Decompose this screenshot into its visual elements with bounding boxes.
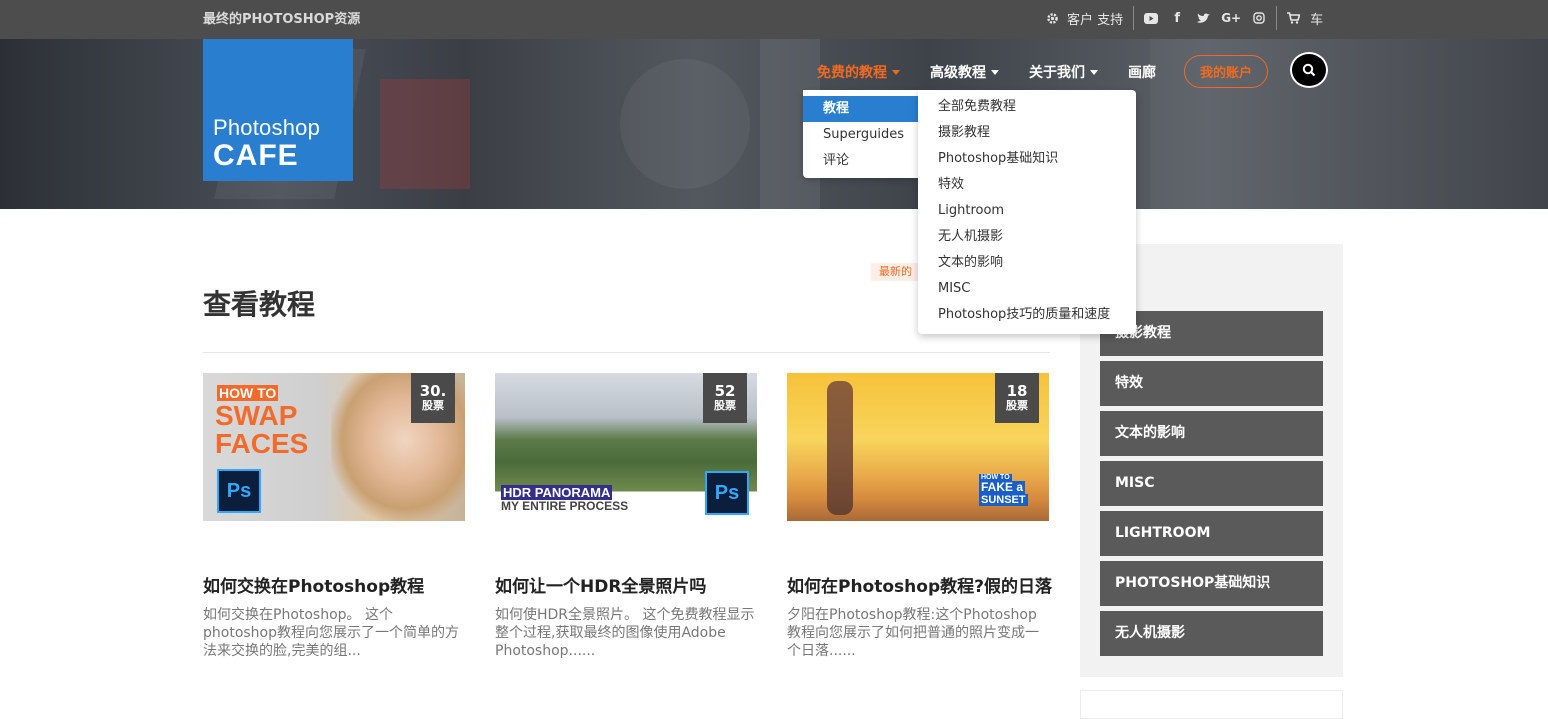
caret-down-icon	[892, 69, 900, 75]
dropdown-item-photoshop-basics[interactable]: Photoshop基础知识	[918, 146, 1136, 172]
photoshop-icon: Ps	[705, 471, 749, 515]
tutorial-card[interactable]: HDR PANORAMA MY ENTIRE PROCESS Ps 52 股票 …	[495, 373, 757, 659]
twitter-icon[interactable]	[1196, 11, 1210, 25]
sidebar-item-misc[interactable]: MISC	[1100, 461, 1323, 506]
caret-down-icon	[991, 69, 999, 75]
logo-cafe: CAFE	[213, 139, 299, 172]
sidebar-item-effects[interactable]: 特效	[1100, 361, 1323, 406]
thumb-text-line: FAKE a	[979, 480, 1026, 494]
dropdown-primary: 教程 Superguides 评论	[803, 90, 919, 178]
thumb-text-line: MY ENTIRE PROCESS	[501, 499, 629, 513]
dropdown-item-superguides[interactable]: Superguides	[803, 122, 919, 148]
card-title[interactable]: 如何让一个HDR全景照片吗	[495, 572, 765, 597]
card-thumbnail[interactable]: HDR PANORAMA MY ENTIRE PROCESS Ps 52 股票	[495, 373, 757, 521]
photoshop-icon: Ps	[217, 469, 261, 513]
thumb-text-line: FACES	[215, 428, 309, 459]
divider	[1133, 6, 1135, 30]
social-links: f G+	[1144, 11, 1276, 26]
site-tagline: 最终的PHOTOSHOP资源	[203, 12, 361, 27]
card-title[interactable]: 如何在Photoshop教程?假的日落	[787, 572, 1057, 597]
page-title: 查看教程	[203, 288, 316, 321]
sidebar-item-drone-photography[interactable]: 无人机摄影	[1100, 611, 1323, 656]
tutorial-card[interactable]: HOW TO FAKE a SUNSET 18 股票 如何在Photoshop教…	[787, 373, 1052, 659]
my-account-button[interactable]: 我的账户	[1184, 55, 1268, 88]
nav-about-us[interactable]: 关于我们	[1029, 60, 1098, 84]
top-bar-right: 客户 支持 f G+ 车	[1046, 6, 1323, 30]
nav-label: 画廊	[1128, 65, 1156, 81]
instagram-icon[interactable]	[1252, 11, 1266, 25]
logo-photoshop: Photoshop	[213, 115, 320, 140]
search-button[interactable]	[1290, 52, 1328, 88]
youtube-icon[interactable]	[1144, 11, 1159, 25]
nav-free-tutorials[interactable]: 免费的教程	[817, 60, 900, 84]
sidebar-item-lightroom[interactable]: LIGHTROOM	[1100, 511, 1323, 556]
cart-link[interactable]: 车	[1287, 9, 1323, 28]
sidebar-item-text-effects[interactable]: 文本的影响	[1100, 411, 1323, 456]
cart-icon	[1287, 12, 1301, 24]
card-title[interactable]: 如何交换在Photoshop教程	[203, 572, 473, 597]
caret-down-icon	[1090, 69, 1098, 75]
hero-decor	[620, 59, 750, 189]
gear-icon	[1047, 12, 1058, 24]
dropdown-secondary: 全部免费教程 摄影教程 Photoshop基础知识 特效 Lightroom 无…	[918, 90, 1136, 334]
votes-badge: 52 股票	[703, 373, 747, 423]
hero-decor	[380, 79, 470, 189]
support-label: 客户 支持	[1067, 12, 1124, 28]
votes-unit: 股票	[422, 399, 444, 412]
thumb-figure	[827, 381, 853, 515]
votes-count: 52	[714, 382, 736, 400]
main-nav: 免费的教程 高级教程 关于我们 画廊	[817, 60, 1186, 84]
top-bar: 最终的PHOTOSHOP资源 客户 支持 f G+ 车	[0, 0, 1548, 39]
divider	[1276, 6, 1278, 30]
votes-badge: 18 股票	[995, 373, 1039, 423]
dropdown-item-misc[interactable]: MISC	[918, 276, 1136, 302]
votes-count: 30.	[419, 382, 447, 400]
nav-gallery[interactable]: 画廊	[1128, 60, 1156, 84]
latest-badge[interactable]: 最新的文	[871, 263, 919, 281]
thumb-text-line: HOW TO	[217, 385, 279, 401]
thumb-text-line: SUNSET	[979, 494, 1028, 506]
votes-unit: 股票	[714, 399, 736, 412]
card-description: 如何交换在Photoshop。 这个photoshop教程向您展示了一个简单的方…	[203, 607, 459, 659]
votes-count: 18	[1006, 382, 1028, 400]
nav-label: 高级教程	[930, 65, 986, 81]
tutorial-card[interactable]: HOW TO SWAP FACES Ps 30. 股票 如何交换在Photosh…	[203, 373, 465, 659]
facebook-icon[interactable]: f	[1170, 11, 1184, 26]
sidebar-item-photoshop-basics[interactable]: PHOTOSHOP基础知识	[1100, 561, 1323, 606]
dropdown-item-reviews[interactable]: 评论	[803, 148, 919, 174]
customer-support-link[interactable]: 客户 支持	[1046, 9, 1133, 28]
votes-unit: 股票	[1006, 399, 1028, 412]
dropdown-item-tips-speed[interactable]: Photoshop技巧的质量和速度	[918, 302, 1136, 328]
sidebar-widget	[1080, 690, 1343, 719]
dropdown-item-tutorials[interactable]: 教程	[803, 96, 919, 122]
site-logo[interactable]: Photoshop CAFE	[203, 39, 353, 181]
dropdown-item-lightroom[interactable]: Lightroom	[918, 198, 1136, 224]
nav-label: 免费的教程	[817, 65, 887, 81]
card-description: 如何使HDR全景照片。 这个免费教程显示整个过程,获取最终的图像使用Adobe …	[495, 607, 755, 659]
cart-label: 车	[1310, 12, 1324, 28]
title-divider	[203, 352, 1050, 353]
thumb-text-line: HDR PANORAMA	[501, 485, 613, 500]
dropdown-item-photography[interactable]: 摄影教程	[918, 120, 1136, 146]
card-description: 夕阳在Photoshop教程:这个Photoshop教程向您展示了如何把普通的照…	[787, 607, 1039, 659]
thumb-text-line: SWAP	[215, 400, 298, 431]
dropdown-item-drone[interactable]: 无人机摄影	[918, 224, 1136, 250]
dropdown-item-text-effects[interactable]: 文本的影响	[918, 250, 1136, 276]
search-icon	[1302, 63, 1316, 77]
dropdown-item-all-free-tutorials[interactable]: 全部免费教程	[918, 94, 1136, 120]
nav-premium-tutorials[interactable]: 高级教程	[930, 60, 999, 84]
google-plus-icon[interactable]: G+	[1221, 11, 1241, 25]
card-thumbnail[interactable]: HOW TO FAKE a SUNSET 18 股票	[787, 373, 1049, 521]
votes-badge: 30. 股票	[411, 373, 455, 423]
dropdown-item-effects[interactable]: 特效	[918, 172, 1136, 198]
nav-label: 关于我们	[1029, 65, 1085, 81]
card-thumbnail[interactable]: HOW TO SWAP FACES Ps 30. 股票	[203, 373, 465, 521]
